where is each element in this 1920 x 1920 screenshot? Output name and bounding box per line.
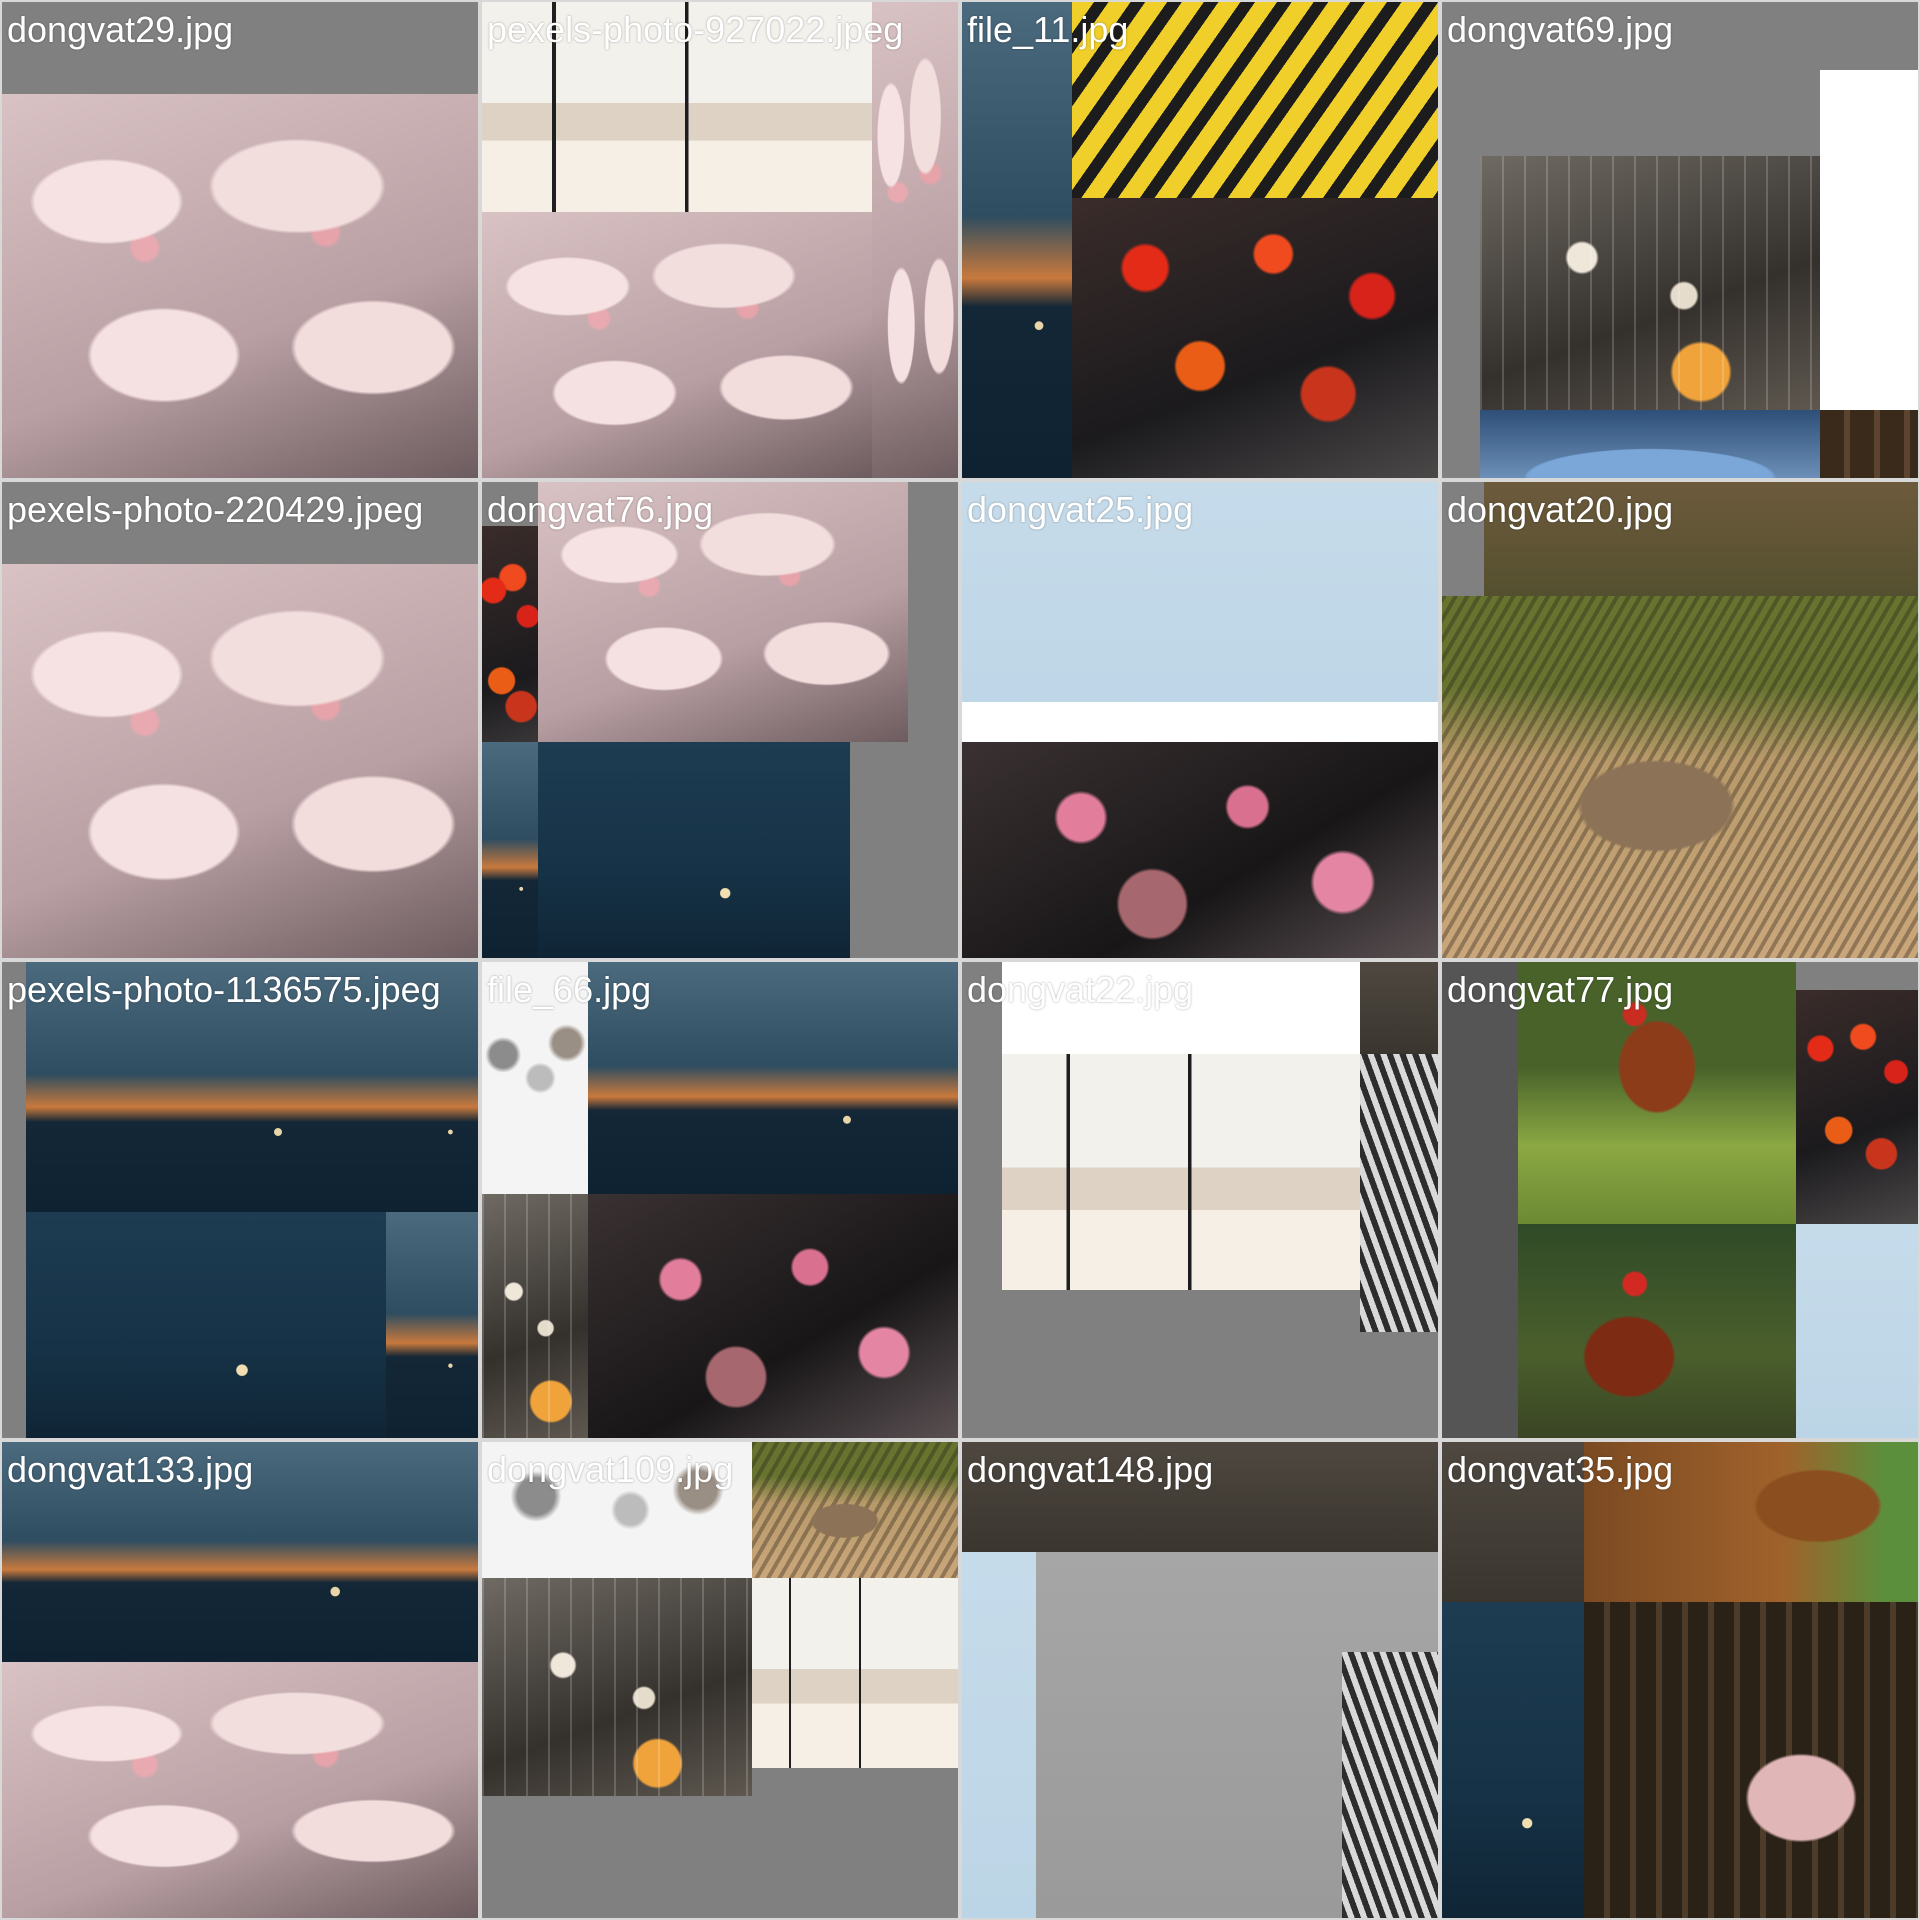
image-tile[interactable]: dongvat25.jpg — [962, 482, 1438, 958]
roosters-photo — [1796, 990, 1918, 1224]
dusk-photo — [962, 2, 1072, 478]
stock-caption-strip — [962, 702, 1438, 742]
sphere-photo — [1480, 410, 1820, 478]
image-tile[interactable]: pexels-photo-220429.jpeg — [2, 482, 478, 958]
image-tile[interactable]: pexels-photo-927022.jpeg — [482, 2, 958, 478]
file-name-label: file_66.jpg — [487, 969, 652, 1010]
file-name-label: dongvat20.jpg — [1447, 489, 1674, 530]
quail-photo — [752, 1442, 958, 1578]
image-tile[interactable]: file_11.jpg — [962, 2, 1438, 478]
image-tile[interactable]: dongvat76.jpg — [482, 482, 958, 958]
file-name-label: dongvat109.jpg — [487, 1449, 734, 1490]
image-tile[interactable]: dongvat77.jpg — [1442, 962, 1918, 1438]
image-tile[interactable]: dongvat22.jpg — [962, 962, 1438, 1438]
image-grid: dongvat29.jpg pexels-photo-927022.jpeg f… — [0, 0, 1920, 1920]
file-name-label: dongvat77.jpg — [1447, 969, 1674, 1010]
image-tile[interactable]: file_66.jpg — [482, 962, 958, 1438]
file-name-label: dongvat29.jpg — [7, 9, 234, 50]
sky-photo — [962, 1552, 1036, 1918]
roosters-photo — [588, 1194, 958, 1438]
sky-photo — [1796, 1224, 1918, 1438]
roosters-photo — [1072, 198, 1438, 478]
hen-photo — [1342, 1652, 1438, 1918]
file-name-label: pexels-photo-1136575.jpeg — [7, 969, 441, 1010]
rooster-white-photo — [1820, 70, 1918, 410]
dusk-photo — [482, 742, 538, 958]
quail-photo — [1442, 596, 1918, 958]
cage-photo — [482, 1194, 588, 1438]
office-photo — [1002, 1054, 1360, 1290]
night-sky-photo — [26, 1212, 386, 1438]
office-photo — [752, 1578, 958, 1768]
dusk-photo — [386, 1212, 478, 1438]
pig-photo — [2, 94, 478, 478]
file-name-label: dongvat25.jpg — [967, 489, 1194, 530]
pig-barn-photo — [1584, 1602, 1918, 1918]
file-name-label: file_11.jpg — [967, 9, 1129, 50]
quail-cage-photo — [1480, 156, 1820, 410]
file-name-label: dongvat69.jpg — [1447, 9, 1674, 50]
pig-photo — [2, 1662, 478, 1918]
image-tile[interactable]: dongvat35.jpg — [1442, 1442, 1918, 1918]
file-name-label: pexels-photo-220429.jpeg — [7, 489, 424, 530]
image-tile[interactable]: dongvat69.jpg — [1442, 2, 1918, 478]
feathers-photo — [1360, 1054, 1438, 1332]
dark-panel — [1442, 962, 1518, 1438]
image-tile[interactable]: dongvat148.jpg — [962, 1442, 1438, 1918]
night-sky-photo — [538, 742, 850, 958]
file-name-label: dongvat76.jpg — [487, 489, 714, 530]
roosters-photo — [962, 742, 1438, 958]
wood-photo — [1360, 962, 1438, 1054]
file-name-label: dongvat22.jpg — [967, 969, 1194, 1010]
pig-photo — [872, 2, 958, 478]
file-name-label: dongvat133.jpg — [7, 1449, 254, 1490]
quail-cage-photo — [482, 1578, 752, 1796]
night-sky-photo — [1442, 1602, 1584, 1918]
file-name-label: dongvat148.jpg — [967, 1449, 1214, 1490]
image-tile[interactable]: pexels-photo-1136575.jpeg — [2, 962, 478, 1438]
pig-photo — [2, 564, 478, 958]
image-tile[interactable]: dongvat109.jpg — [482, 1442, 958, 1918]
image-tile[interactable]: dongvat133.jpg — [2, 1442, 478, 1918]
file-name-label: dongvat35.jpg — [1447, 1449, 1674, 1490]
image-tile[interactable]: dongvat29.jpg — [2, 2, 478, 478]
pig-photo — [482, 212, 872, 478]
rooster-photo — [1518, 1224, 1796, 1438]
barn-photo — [1820, 410, 1918, 478]
file-name-label: pexels-photo-927022.jpeg — [487, 9, 904, 50]
image-tile[interactable]: dongvat20.jpg — [1442, 482, 1918, 958]
